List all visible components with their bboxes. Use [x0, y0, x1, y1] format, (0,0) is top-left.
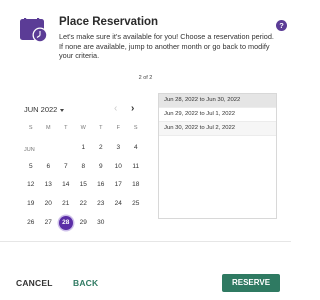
date-picker: JUN 2022 ‹ › S M T W T F S JUN 123456789… [22, 103, 147, 230]
reservation-period-option[interactable]: Jun 30, 2022 to Jul 2, 2022 [159, 122, 276, 136]
weekday-header: S M T W T F S [22, 125, 147, 135]
weekday-label: S [133, 125, 138, 131]
calendar-day[interactable]: 12 [24, 178, 38, 192]
place-reservation-dialog: Place Reservation Let's make sure it's a… [0, 0, 291, 300]
dialog-description: Let's make sure it's available for you! … [59, 32, 274, 61]
weekday-label: M [45, 125, 51, 131]
calendar-day[interactable]: 6 [41, 160, 55, 174]
back-button[interactable]: BACK [73, 278, 98, 288]
calendar-day[interactable]: 14 [59, 178, 73, 192]
step-indicator: 2 of 2 [138, 75, 153, 81]
footer-divider [0, 241, 291, 242]
month-dropdown[interactable]: JUN 2022 [24, 105, 65, 114]
previous-month-button[interactable]: ‹ [114, 103, 117, 115]
reservation-period-list: Jun 28, 2022 to Jun 30, 2022 Jun 29, 202… [158, 93, 277, 219]
month-navigation: JUN 2022 ‹ › [22, 103, 147, 119]
chevron-down-icon [60, 108, 65, 112]
calendar-day[interactable]: 16 [94, 178, 108, 192]
calendar-day[interactable]: 27 [41, 216, 55, 230]
calendar-day[interactable]: 26 [24, 216, 38, 230]
dialog-header: Place Reservation Let's make sure it's a… [20, 14, 287, 70]
calendar-day[interactable]: 9 [94, 160, 108, 174]
weekday-label: S [28, 125, 33, 131]
calendar-day[interactable]: 25 [129, 197, 143, 211]
calendar-day[interactable]: 18 [129, 178, 143, 192]
calendar-day[interactable]: 7 [59, 160, 73, 174]
calendar-day[interactable]: 10 [111, 160, 125, 174]
calendar-day-selected[interactable]: 28 [58, 215, 73, 230]
calendar-day[interactable]: 30 [94, 216, 108, 230]
calendar-day[interactable]: 1 [76, 141, 90, 155]
reserve-button[interactable]: RESERVE [222, 274, 280, 292]
calendar-day[interactable]: 4 [129, 141, 143, 155]
next-month-button[interactable]: › [131, 103, 134, 115]
calendar-day[interactable]: 19 [24, 197, 38, 211]
weekday-label: W [80, 125, 86, 131]
weekday-label: F [116, 125, 120, 131]
dialog-title: Place Reservation [59, 16, 159, 28]
month-dropdown-label: JUN 2022 [24, 105, 58, 114]
calendar-day[interactable]: 22 [76, 197, 90, 211]
calendar-day[interactable]: 3 [111, 141, 125, 155]
calendar-clock-icon [20, 18, 48, 43]
weekday-label: T [99, 125, 103, 131]
calendar-month-label: JUN [24, 147, 35, 153]
calendar-day[interactable]: 24 [111, 197, 125, 211]
calendar-day[interactable]: 8 [76, 160, 90, 174]
calendar-day[interactable]: 13 [41, 178, 55, 192]
calendar-day[interactable]: 29 [76, 216, 90, 230]
reservation-period-option[interactable]: Jun 28, 2022 to Jun 30, 2022 [159, 94, 276, 108]
calendar-day[interactable]: 11 [129, 160, 143, 174]
calendar-day[interactable]: 2 [94, 141, 108, 155]
calendar-day[interactable]: 17 [111, 178, 125, 192]
reservation-period-option[interactable]: Jun 29, 2022 to Jul 1, 2022 [159, 108, 276, 122]
help-icon[interactable]: ? [276, 20, 287, 31]
weekday-label: T [64, 125, 68, 131]
calendar-day[interactable]: 21 [59, 197, 73, 211]
calendar-day[interactable]: 15 [76, 178, 90, 192]
cancel-button[interactable]: CANCEL [16, 278, 53, 288]
calendar-day[interactable]: 20 [41, 197, 55, 211]
calendar-day[interactable]: 23 [94, 197, 108, 211]
calendar-day[interactable]: 5 [24, 160, 38, 174]
